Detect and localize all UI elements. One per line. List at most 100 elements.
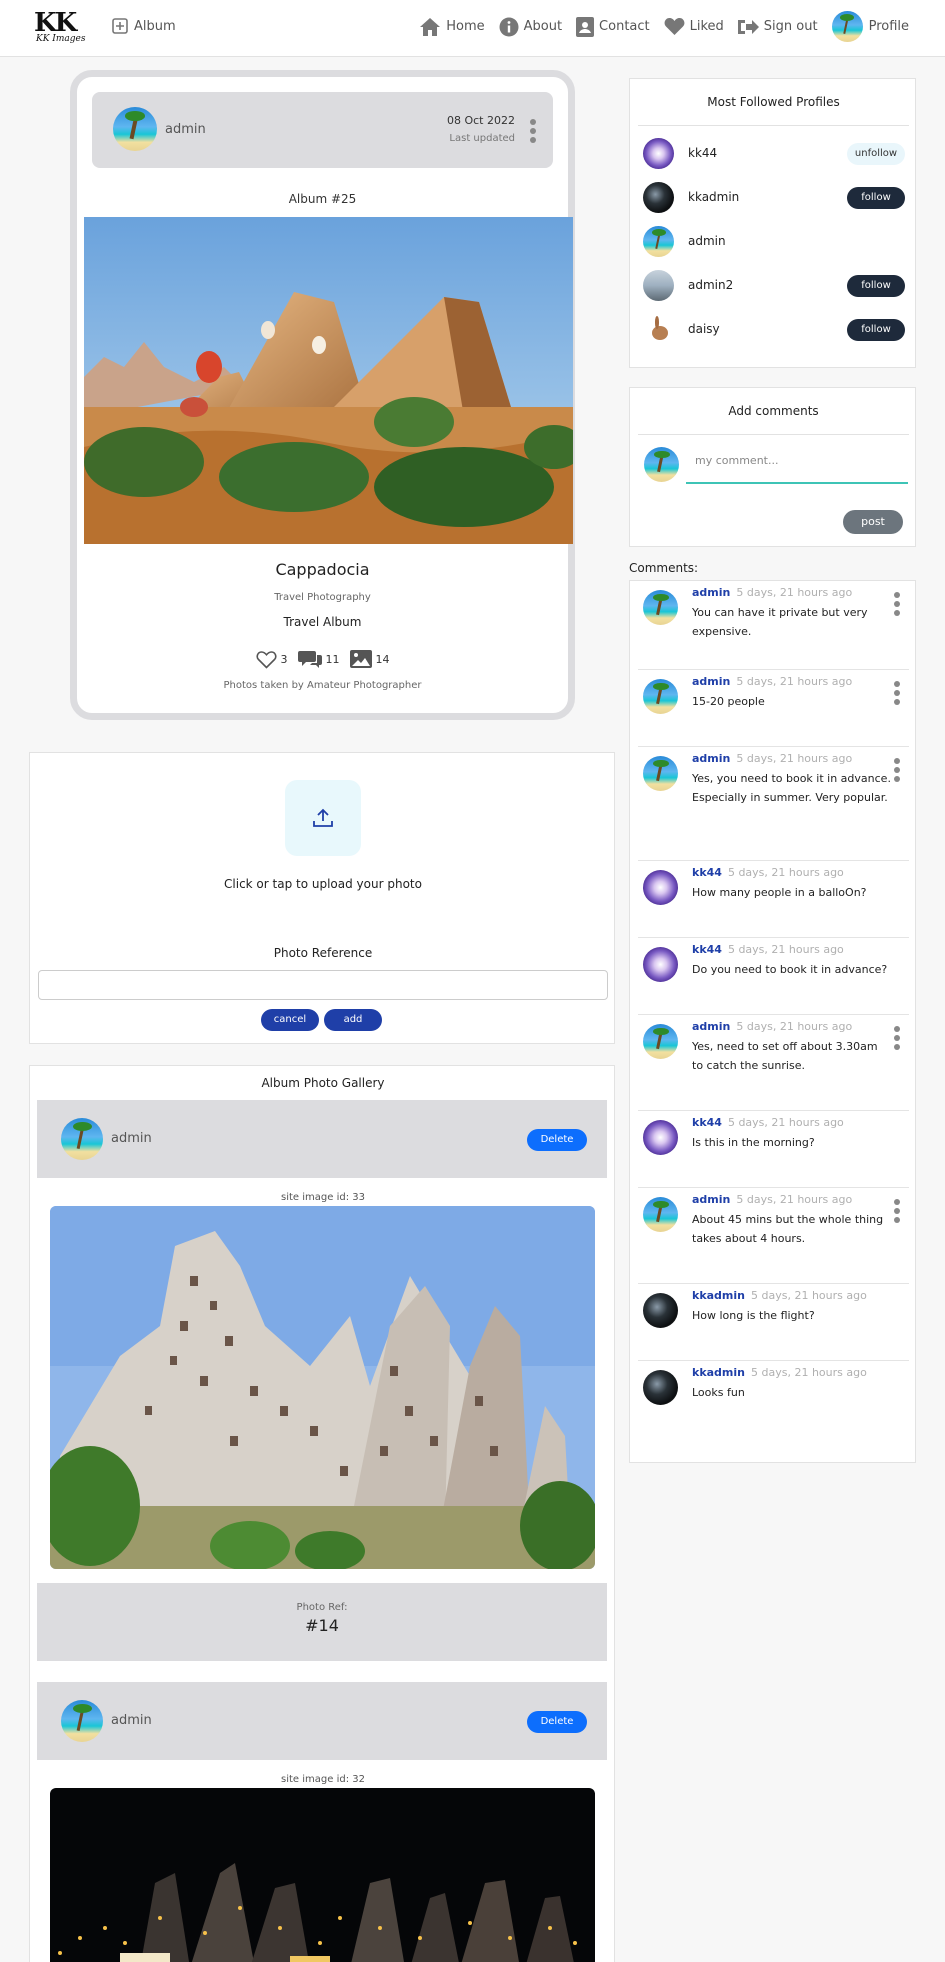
comments-count: 11 (325, 652, 340, 666)
kk-images-logo[interactable]: KK KK Images (34, 8, 90, 44)
comment-item: admin 5 days, 21 hours ago Yes, you need … (638, 747, 909, 861)
upload-prompt: Click or tap to upload your photo (224, 877, 422, 891)
follow-button[interactable]: follow (847, 319, 905, 341)
nav-about-label: About (523, 19, 563, 34)
profile-name[interactable]: kk44 (688, 146, 717, 160)
delete-button[interactable]: Delete (527, 1711, 587, 1733)
nav-home-label: Home (446, 19, 485, 34)
comment-text: How long is the flight? (692, 1309, 815, 1322)
profile-name[interactable]: daisy (688, 322, 720, 336)
followed-profile-row: kk44 unfollow (643, 136, 908, 170)
nav-album-label: Album (134, 18, 176, 34)
nav-profile[interactable]: Profile (831, 11, 909, 42)
followed-profile-row: daisy follow (643, 312, 908, 346)
upload-icon (313, 808, 333, 827)
follow-button[interactable]: follow (847, 187, 905, 209)
comment-user[interactable]: admin (692, 586, 730, 599)
comment-input[interactable]: my comment... (686, 444, 908, 484)
nav-liked-label: Liked (689, 19, 724, 34)
post-button[interactable]: post (843, 510, 903, 534)
album-number: Album #25 (288, 192, 357, 206)
comment-item: kkadmin 5 days, 21 hours ago How long is … (638, 1284, 909, 1361)
add-button[interactable]: add (324, 1009, 382, 1031)
comment-time: 5 days, 21 hours ago (727, 866, 844, 879)
comment-item: admin 5 days, 21 hours ago Yes, need to s… (638, 1015, 909, 1111)
gallery-photo[interactable] (50, 1206, 595, 1569)
add-comment-panel: Add comments my comment... post (629, 387, 916, 547)
contact-icon (576, 16, 595, 37)
comment-text: Yes, need to set off about 3.30am to cat… (692, 1040, 878, 1072)
nav-sign-out[interactable]: Sign out (737, 18, 818, 36)
nav-album-link[interactable]: Album (112, 18, 176, 34)
divider (638, 434, 909, 435)
most-followed-profiles: Most Followed Profiles kk44 unfollow kka… (629, 78, 916, 368)
avatar (61, 1118, 103, 1160)
avatar[interactable] (643, 182, 674, 213)
cancel-button[interactable]: cancel (261, 1009, 319, 1031)
comment-user[interactable]: admin (692, 752, 730, 765)
comment-item: kk44 5 days, 21 hours ago Is this in the … (638, 1111, 909, 1188)
comment-user[interactable]: admin (692, 675, 730, 688)
more-options-icon[interactable] (894, 681, 900, 705)
comment-time: 5 days, 21 hours ago (736, 675, 853, 688)
home-icon (420, 17, 441, 36)
album-stats: 3 11 14 (77, 649, 568, 669)
sign-out-icon (737, 19, 759, 34)
plus-square-icon (112, 18, 128, 34)
comment-user[interactable]: kkadmin (692, 1289, 745, 1302)
like-heart-icon[interactable] (255, 650, 277, 669)
photo-reference-input[interactable] (38, 970, 608, 1000)
profile-name[interactable]: kkadmin (688, 190, 739, 204)
comment-user[interactable]: admin (692, 1193, 730, 1206)
more-options-icon[interactable] (530, 119, 536, 143)
comment-text: 15-20 people (692, 695, 765, 708)
more-options-icon[interactable] (894, 592, 900, 616)
nav-home[interactable]: Home (419, 17, 485, 37)
comment-user[interactable]: kk44 (692, 1116, 722, 1129)
avatar (643, 1197, 678, 1232)
comment-user[interactable]: kkadmin (692, 1366, 745, 1379)
album-title: Cappadocia (275, 560, 370, 579)
profile-name[interactable]: admin (688, 234, 726, 248)
comments-list: admin 5 days, 21 hours ago You can have i… (629, 580, 916, 1463)
avatar[interactable] (643, 226, 674, 257)
followed-profile-row: admin2 follow (643, 268, 908, 302)
gallery-photo[interactable] (50, 1788, 595, 1962)
comment-item: admin 5 days, 21 hours ago 15-20 people (638, 670, 909, 747)
comment-time: 5 days, 21 hours ago (727, 1116, 844, 1129)
comment-time: 5 days, 21 hours ago (751, 1366, 867, 1379)
avatar[interactable] (643, 314, 674, 345)
comment-user[interactable]: kk44 (692, 866, 722, 879)
nav-liked[interactable]: Liked (664, 17, 724, 36)
avatar (643, 1120, 678, 1155)
upload-button[interactable] (285, 780, 361, 856)
delete-button[interactable]: Delete (527, 1129, 587, 1151)
comments-icon (297, 651, 322, 668)
comment-item: admin 5 days, 21 hours ago You can have i… (638, 581, 909, 670)
comments-label: Comments: (629, 561, 699, 575)
follow-button[interactable]: follow (847, 275, 905, 297)
comment-item: kk44 5 days, 21 hours ago Do you need to … (638, 938, 909, 1015)
more-options-icon[interactable] (894, 1026, 900, 1050)
comment-text: You can have it private but very expensi… (692, 606, 868, 638)
profile-name[interactable]: admin2 (688, 278, 733, 292)
comment-text: Yes, you need to book it in advance. Esp… (692, 772, 891, 804)
comment-user[interactable]: admin (692, 1020, 730, 1033)
avatar[interactable] (643, 138, 674, 169)
more-options-icon[interactable] (894, 758, 900, 782)
unfollow-button[interactable]: unfollow (847, 143, 905, 165)
comment-text: Looks fun (692, 1386, 745, 1399)
avatar[interactable] (643, 270, 674, 301)
comment-user[interactable]: kk44 (692, 943, 722, 956)
followed-title: Most Followed Profiles (707, 95, 840, 109)
nav-contact[interactable]: Contact (576, 16, 650, 37)
album-card: admin 08 Oct 2022 Last updated Album #25 (70, 70, 575, 720)
avatar (643, 679, 678, 714)
album-cover-photo[interactable] (84, 217, 573, 544)
site-image-id: site image id: 33 (281, 1192, 365, 1203)
nav-about[interactable]: About (499, 17, 562, 37)
more-options-icon[interactable] (894, 1199, 900, 1223)
avatar (643, 1024, 678, 1059)
photo-upload-panel: Click or tap to upload your photo Photo … (29, 752, 615, 1044)
avatar (644, 447, 679, 482)
